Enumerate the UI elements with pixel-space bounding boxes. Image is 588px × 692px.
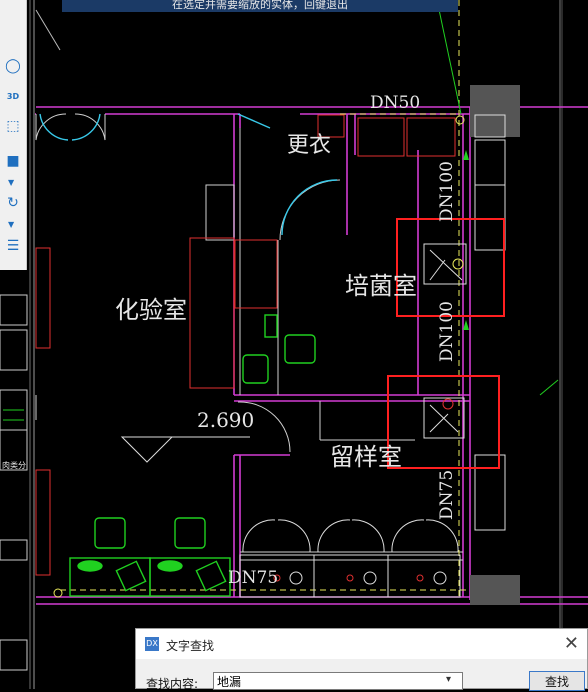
elevation-label: 2.690: [197, 408, 254, 432]
cad-drawing-canvas[interactable]: 更衣 化验室 培菌室 留样室 DN50 DN100 DN100 DN75 DN7…: [0, 0, 588, 689]
app-icon: DX: [145, 637, 159, 651]
find-content-label: 查找内容:: [146, 677, 199, 691]
dialog-titlebar: DX 文字查找 ✕: [136, 629, 587, 659]
interior-lines: [35, 113, 463, 561]
pipe-label-dn75-horizontal: DN75: [228, 568, 278, 588]
pipe-label-dn75-vertical: DN75: [437, 470, 457, 520]
text-find-dialog: DX 文字查找 ✕ 查找内容: ▾ 查找: [135, 628, 588, 691]
close-icon[interactable]: ✕: [564, 633, 579, 654]
room-label-culture: 培菌室: [345, 272, 417, 300]
label-3d: 3D: [6, 91, 20, 101]
command-tip-bar: 在选定并需要缩放的实体，回键退出: [62, 0, 458, 12]
pipe-label-dn100-top: DN100: [437, 161, 457, 222]
room-label-sample: 留样室: [330, 443, 402, 471]
chevron-down-icon[interactable]: ▼: [8, 220, 14, 229]
sphere-icon[interactable]: ◯: [2, 55, 24, 77]
side-label: 肉类分: [2, 460, 26, 470]
rotate-icon[interactable]: ↻: [2, 192, 24, 214]
chevron-down-icon[interactable]: ▾: [446, 674, 451, 685]
chevron-down-icon[interactable]: ▼: [8, 178, 14, 187]
shaft-blocks: [470, 85, 520, 605]
left-side-blocks: [0, 294, 28, 671]
room-label-lab: 化验室: [115, 296, 187, 324]
find-button[interactable]: 查找: [529, 671, 585, 691]
box-3d-icon[interactable]: 3D: [2, 85, 24, 107]
pipe-label-dn100-bottom: DN100: [437, 301, 457, 362]
solid-cube-icon[interactable]: ■: [2, 150, 24, 172]
elevation-marker: [120, 436, 250, 463]
find-content-input[interactable]: [213, 672, 463, 690]
equipment: [35, 114, 456, 576]
pipe-label-dn50: DN50: [370, 93, 420, 113]
left-toolbar: ◯ 3D ⬚ ■ ▼ ↻ ▼ ☰: [0, 0, 27, 270]
properties-icon[interactable]: ☰: [2, 235, 24, 257]
dialog-title: 文字查找: [166, 639, 215, 653]
cube-icon[interactable]: ⬚: [2, 115, 24, 137]
room-label-changing: 更衣: [287, 133, 331, 158]
